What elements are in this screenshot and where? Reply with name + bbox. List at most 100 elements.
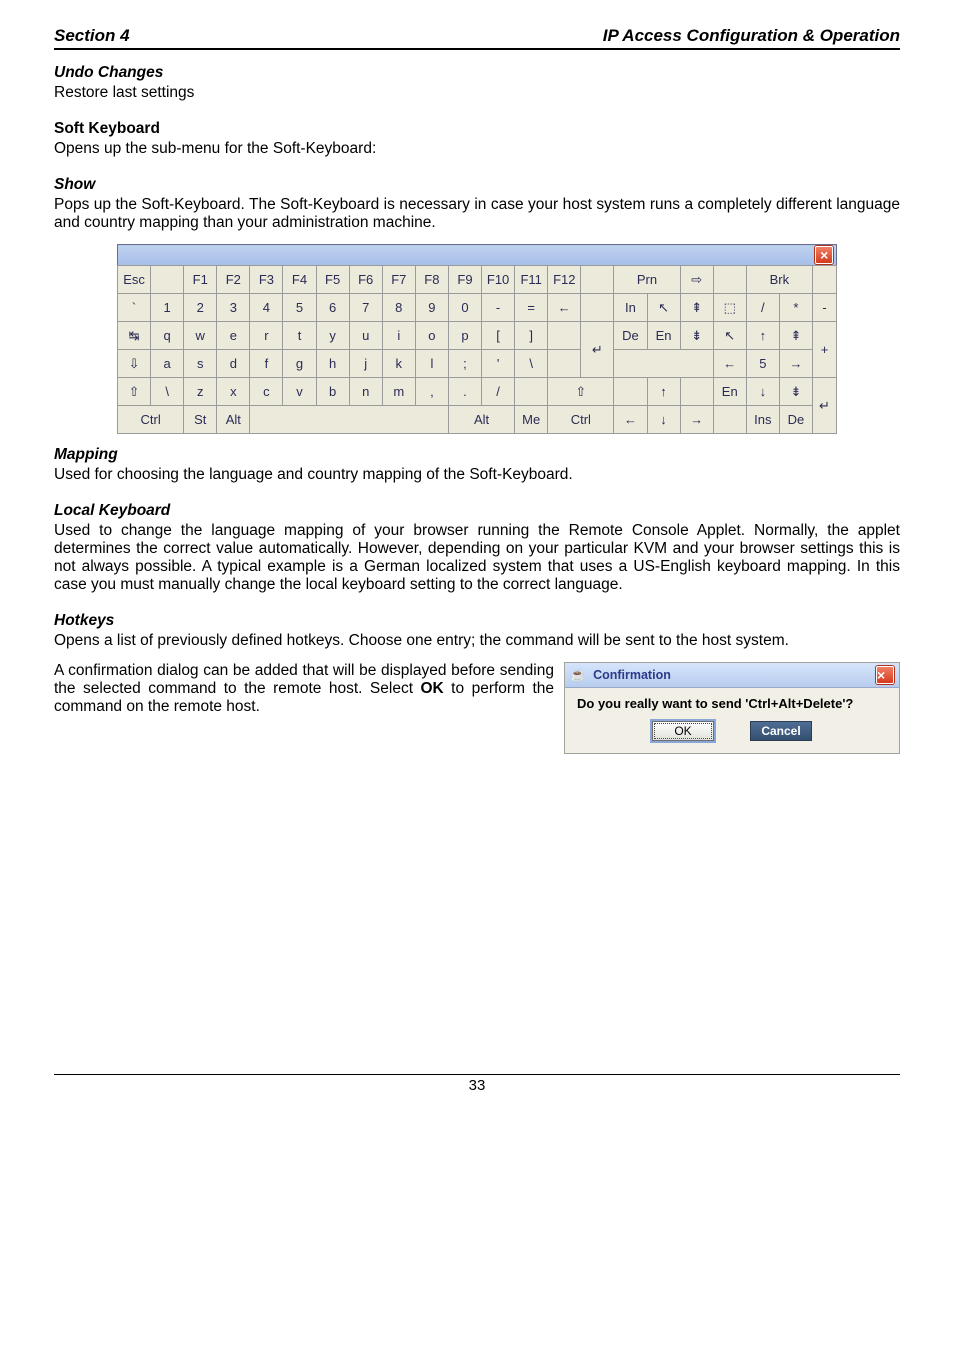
key[interactable]: e — [217, 322, 250, 350]
key[interactable]: ⇞ — [680, 294, 713, 322]
key[interactable]: Ctrl — [118, 406, 184, 434]
key[interactable]: F4 — [283, 266, 316, 294]
key[interactable]: F6 — [349, 266, 382, 294]
key[interactable] — [713, 266, 746, 294]
key[interactable]: 7 — [349, 294, 382, 322]
key[interactable]: ↑ — [647, 378, 680, 406]
key[interactable]: Ctrl — [548, 406, 614, 434]
key[interactable]: ↓ — [746, 378, 779, 406]
key[interactable] — [581, 266, 614, 294]
key[interactable]: 2 — [184, 294, 217, 322]
key[interactable]: → — [779, 350, 812, 378]
key[interactable]: ⇟ — [680, 322, 713, 350]
key[interactable]: 1 — [151, 294, 184, 322]
key[interactable]: ` — [118, 294, 151, 322]
key[interactable]: F3 — [250, 266, 283, 294]
key-space[interactable] — [250, 406, 449, 434]
key[interactable]: 5 — [283, 294, 316, 322]
key[interactable]: r — [250, 322, 283, 350]
key[interactable]: v — [283, 378, 316, 406]
key[interactable]: ⇧ — [118, 378, 151, 406]
key-plus[interactable]: + — [813, 322, 837, 378]
key[interactable]: → — [680, 406, 713, 434]
key[interactable]: z — [184, 378, 217, 406]
key-numenter[interactable]: ↵ — [813, 378, 837, 434]
key[interactable]: Brk — [746, 266, 812, 294]
key[interactable]: / — [746, 294, 779, 322]
key[interactable]: \ — [515, 350, 548, 378]
key[interactable]: ⇧ — [548, 378, 614, 406]
key[interactable]: x — [217, 378, 250, 406]
key[interactable]: F5 — [316, 266, 349, 294]
key[interactable]: , — [415, 378, 448, 406]
key[interactable]: ↖ — [713, 322, 746, 350]
key[interactable]: j — [349, 350, 382, 378]
key[interactable]: 4 — [250, 294, 283, 322]
key[interactable]: q — [151, 322, 184, 350]
soft-keyboard-close-cell[interactable]: × — [813, 245, 837, 266]
key[interactable] — [581, 294, 614, 322]
key[interactable]: y — [316, 322, 349, 350]
key[interactable]: ↹ — [118, 322, 151, 350]
key[interactable]: i — [382, 322, 415, 350]
key[interactable]: l — [415, 350, 448, 378]
key[interactable]: F1 — [184, 266, 217, 294]
key[interactable]: 9 — [415, 294, 448, 322]
ok-button[interactable]: OK — [652, 721, 714, 741]
key[interactable]: . — [448, 378, 481, 406]
key[interactable]: g — [283, 350, 316, 378]
key[interactable]: Prn — [614, 266, 680, 294]
key[interactable]: c — [250, 378, 283, 406]
key[interactable]: F10 — [482, 266, 515, 294]
key[interactable]: a — [151, 350, 184, 378]
key[interactable]: 5 — [746, 350, 779, 378]
key[interactable]: F11 — [515, 266, 548, 294]
key[interactable]: ⇟ — [779, 378, 812, 406]
key[interactable]: In — [614, 294, 647, 322]
key[interactable]: F7 — [382, 266, 415, 294]
key[interactable]: F8 — [415, 266, 448, 294]
key[interactable]: s — [184, 350, 217, 378]
key[interactable] — [813, 266, 837, 294]
key[interactable]: * — [779, 294, 812, 322]
key[interactable]: ⬚ — [713, 294, 746, 322]
key[interactable]: F9 — [448, 266, 481, 294]
key[interactable]: ← — [548, 294, 581, 322]
key[interactable]: = — [515, 294, 548, 322]
key[interactable] — [680, 378, 713, 406]
key[interactable]: 0 — [448, 294, 481, 322]
key-enter[interactable]: ↵ — [581, 322, 614, 378]
key[interactable]: ] — [515, 322, 548, 350]
close-icon[interactable]: × — [815, 246, 833, 264]
key[interactable]: h — [316, 350, 349, 378]
key[interactable]: ⇨ — [680, 266, 713, 294]
key[interactable]: n — [349, 378, 382, 406]
key[interactable]: En — [647, 322, 680, 350]
key[interactable] — [614, 378, 647, 406]
close-icon[interactable]: × — [876, 666, 894, 684]
key[interactable]: ← — [713, 350, 746, 378]
key[interactable]: ← — [614, 406, 647, 434]
key[interactable]: ↑ — [746, 322, 779, 350]
key[interactable]: ⇞ — [779, 322, 812, 350]
key[interactable] — [548, 322, 581, 350]
key[interactable]: \ — [151, 378, 184, 406]
key[interactable]: k — [382, 350, 415, 378]
key[interactable]: Esc — [118, 266, 151, 294]
key[interactable] — [515, 378, 548, 406]
cancel-button[interactable]: Cancel — [750, 721, 812, 741]
key[interactable]: ↓ — [647, 406, 680, 434]
key[interactable] — [151, 266, 184, 294]
key[interactable]: Alt — [448, 406, 514, 434]
key[interactable]: Alt — [217, 406, 250, 434]
key[interactable]: f — [250, 350, 283, 378]
key[interactable]: En — [713, 378, 746, 406]
key[interactable]: d — [217, 350, 250, 378]
key[interactable]: ; — [448, 350, 481, 378]
key[interactable]: 8 — [382, 294, 415, 322]
key[interactable]: m — [382, 378, 415, 406]
key[interactable]: 3 — [217, 294, 250, 322]
key[interactable]: Me — [515, 406, 548, 434]
key[interactable]: u — [349, 322, 382, 350]
key[interactable] — [614, 350, 713, 378]
